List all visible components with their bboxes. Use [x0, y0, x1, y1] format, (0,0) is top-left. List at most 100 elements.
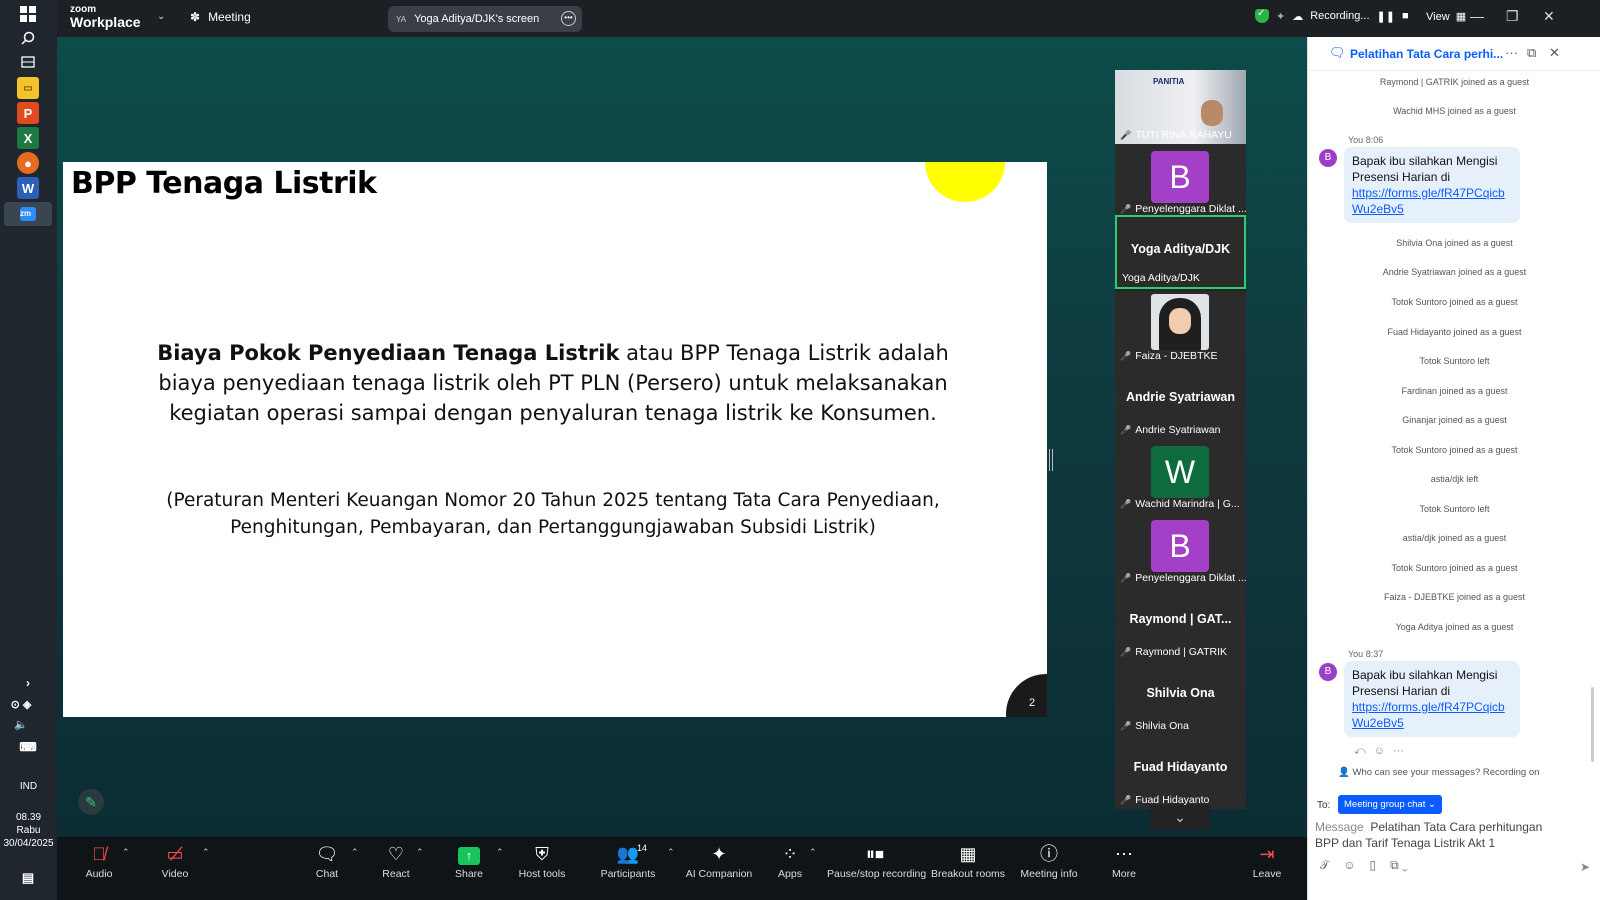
- more-actions-icon[interactable]: ···: [1393, 745, 1404, 758]
- participants-options-caret-icon[interactable]: ⌃: [667, 847, 675, 858]
- notifications-icon[interactable]: ▤: [17, 867, 39, 889]
- language-indicator[interactable]: IND: [0, 780, 57, 793]
- participants-button[interactable]: 👥 14 Participants: [588, 842, 668, 880]
- chat-message-bubble: Bapak ibu silahkan Mengisi Presensi Hari…: [1344, 661, 1520, 737]
- search-icon[interactable]: [17, 27, 39, 49]
- message-text: Bapak ibu silahkan Mengisi Presensi Hari…: [1352, 668, 1498, 698]
- tray-icons[interactable]: ⊙ ◈: [10, 693, 32, 715]
- recording-label: Recording...: [1310, 10, 1370, 22]
- gallery-scroll-down-icon[interactable]: ⌄: [1150, 805, 1210, 830]
- sparkle-icon[interactable]: ✦: [1276, 10, 1285, 23]
- chat-scrollbar[interactable]: [1591, 687, 1594, 762]
- leave-label: Leave: [1252, 868, 1282, 880]
- participant-tile-active-speaker[interactable]: Yoga Aditya/DJK Yoga Aditya/DJK: [1115, 215, 1246, 289]
- mic-muted-icon: 🎤: [1120, 203, 1132, 214]
- reply-icon[interactable]: ⤺: [1354, 745, 1366, 758]
- compose-toolbar: 𝒯 ☺ ▯ ⧉ ⌄: [1320, 858, 1408, 873]
- chat-message-bubble: Bapak ibu silahkan Mengisi Presensi Hari…: [1344, 147, 1520, 223]
- powerpoint-icon[interactable]: P: [17, 102, 39, 124]
- clock-time[interactable]: 08.39: [0, 811, 57, 824]
- emoji-react-icon[interactable]: ☺: [1374, 745, 1385, 758]
- view-button[interactable]: View ▦: [1426, 10, 1466, 23]
- participant-avatar: B: [1151, 151, 1209, 203]
- breakout-rooms-button[interactable]: ▦ Breakout rooms: [928, 842, 1008, 880]
- participant-tile[interactable]: Fuad Hidayanto 🎤 Fuad Hidayanto: [1115, 735, 1246, 809]
- file-icon[interactable]: ▯: [1369, 858, 1376, 873]
- cloud-icon: ☁: [1292, 10, 1304, 23]
- resize-handle[interactable]: [1049, 449, 1053, 471]
- participant-avatar: B: [1151, 520, 1209, 572]
- system-message: Fardinan joined as a guest: [1401, 386, 1508, 396]
- participant-tile[interactable]: W 🎤 Wachid Marindra | G...: [1115, 439, 1246, 513]
- close-chat-icon[interactable]: ✕: [1549, 45, 1560, 61]
- send-icon[interactable]: ➤: [1580, 860, 1590, 874]
- shared-screen-pill[interactable]: YA Yoga Aditya/DJK's screen •••: [388, 6, 582, 32]
- recording-status[interactable]: ✦ ☁ Recording... ❚❚ ■: [1255, 8, 1409, 23]
- stop-recording-icon[interactable]: ■: [1402, 10, 1409, 22]
- participant-tile[interactable]: 🎤 Faiza - DJEBTKE: [1115, 291, 1246, 365]
- host-tools-button[interactable]: ⛨ Host tools: [502, 842, 582, 880]
- breakout-label: Breakout rooms: [930, 868, 1006, 880]
- volume-icon[interactable]: 🔈: [10, 713, 32, 735]
- recipient-dropdown[interactable]: Meeting group chat ⌄: [1338, 795, 1442, 814]
- pause-recording-icon[interactable]: ❚❚: [1377, 10, 1395, 23]
- message-sender-time: You 8:06: [1348, 135, 1384, 145]
- apps-icon: ⁘: [782, 844, 798, 864]
- meeting-controls: 🎙̸ Audio ⌃ ▭̸ Video ⌃ 🗨 Chat ⌃ ♡ React ⌃…: [57, 837, 1307, 900]
- clock-day: Rabu: [16, 825, 41, 836]
- message-link[interactable]: https://forms.gle/fR47PCqicbWu2eBv5: [1352, 185, 1512, 217]
- meeting-info-button[interactable]: ⓘ Meeting info: [1009, 842, 1089, 880]
- mic-muted-icon: 🎤: [1120, 646, 1132, 657]
- app-menu-chevron-icon[interactable]: ⌄: [157, 11, 165, 22]
- more-button[interactable]: ⋯ More: [1084, 842, 1164, 880]
- word-icon[interactable]: W: [17, 177, 39, 199]
- file-explorer-icon[interactable]: ▭: [17, 77, 39, 99]
- view-label: View: [1426, 11, 1450, 23]
- participant-tile[interactable]: B 🎤 Penyelenggara Diklat ...: [1115, 513, 1246, 587]
- format-icon[interactable]: 𝒯: [1320, 858, 1329, 873]
- react-button[interactable]: ♡ React: [356, 842, 436, 880]
- apps-button[interactable]: ⁘ Apps: [750, 842, 830, 880]
- windows-start-icon[interactable]: [17, 3, 39, 25]
- minimize-icon[interactable]: —: [1470, 8, 1484, 24]
- firefox-icon[interactable]: ●: [17, 152, 39, 174]
- screen-options-icon[interactable]: •••: [561, 11, 576, 26]
- screenshot-icon[interactable]: ⧉ ⌄: [1390, 858, 1408, 873]
- popout-icon[interactable]: ⧉: [1527, 45, 1536, 61]
- heart-icon: ♡: [387, 844, 405, 864]
- react-options-caret-icon[interactable]: ⌃: [416, 847, 424, 858]
- apps-options-caret-icon[interactable]: ⌃: [809, 847, 817, 858]
- video-options-caret-icon[interactable]: ⌃: [202, 847, 210, 858]
- participant-tile[interactable]: Shilvia Ona 🎤 Shilvia Ona: [1115, 661, 1246, 735]
- message-input[interactable]: Message Pelatihan Tata Cara perhitungan …: [1315, 819, 1560, 851]
- task-view-icon[interactable]: [17, 51, 39, 73]
- who-can-see-notice[interactable]: 👤 Who can see your messages? Recording o…: [1338, 767, 1539, 778]
- chat-title[interactable]: Pelatihan Tata Cara perhi...: [1350, 47, 1503, 61]
- system-message: Shilvia Ona joined as a guest: [1396, 238, 1513, 248]
- leave-icon: ⇥: [1259, 844, 1275, 864]
- audio-options-caret-icon[interactable]: ⌃: [122, 847, 130, 858]
- participant-tile[interactable]: Andrie Syatriawan 🎤 Andrie Syatriawan: [1115, 365, 1246, 439]
- message-link[interactable]: https://forms.gle/fR47PCqicbWu2eBv5: [1352, 699, 1512, 731]
- security-shield-icon[interactable]: [1255, 8, 1269, 23]
- ai-companion-button[interactable]: ✦ AI Companion: [679, 842, 759, 880]
- system-message: Fuad Hidayanto joined as a guest: [1387, 327, 1522, 337]
- excel-icon[interactable]: X: [17, 127, 39, 149]
- close-window-icon[interactable]: ✕: [1543, 8, 1555, 25]
- annotate-pencil-icon[interactable]: ✎: [78, 789, 104, 815]
- emoji-icon[interactable]: ☺: [1343, 858, 1355, 873]
- restore-icon[interactable]: ❐: [1506, 8, 1519, 25]
- zoom-taskbar-icon[interactable]: zm: [4, 202, 52, 226]
- leave-button[interactable]: ⇥ Leave: [1227, 842, 1307, 880]
- participant-tile[interactable]: PANITIA 🎤 TUTI RINA RAHAYU: [1115, 70, 1246, 144]
- breakout-grid-icon: ▦: [959, 844, 977, 864]
- participant-tile[interactable]: B 🎤 Penyelenggara Diklat ...: [1115, 144, 1246, 218]
- keyboard-icon[interactable]: ⌨: [17, 736, 39, 758]
- pause-stop-recording-button[interactable]: ⏸⏹ Pause/stop recording: [827, 842, 926, 880]
- participant-tile[interactable]: Raymond | GAT... 🎤 Raymond | GATRIK: [1115, 587, 1246, 661]
- participant-center-name: Fuad Hidayanto: [1133, 760, 1228, 774]
- expand-tray-icon[interactable]: ›: [17, 672, 39, 694]
- meeting-tab[interactable]: ✽ Meeting: [190, 10, 251, 24]
- chat-more-icon[interactable]: ···: [1505, 45, 1518, 60]
- participant-name-tag: 🎤 Penyelenggara Diklat ...: [1120, 203, 1246, 215]
